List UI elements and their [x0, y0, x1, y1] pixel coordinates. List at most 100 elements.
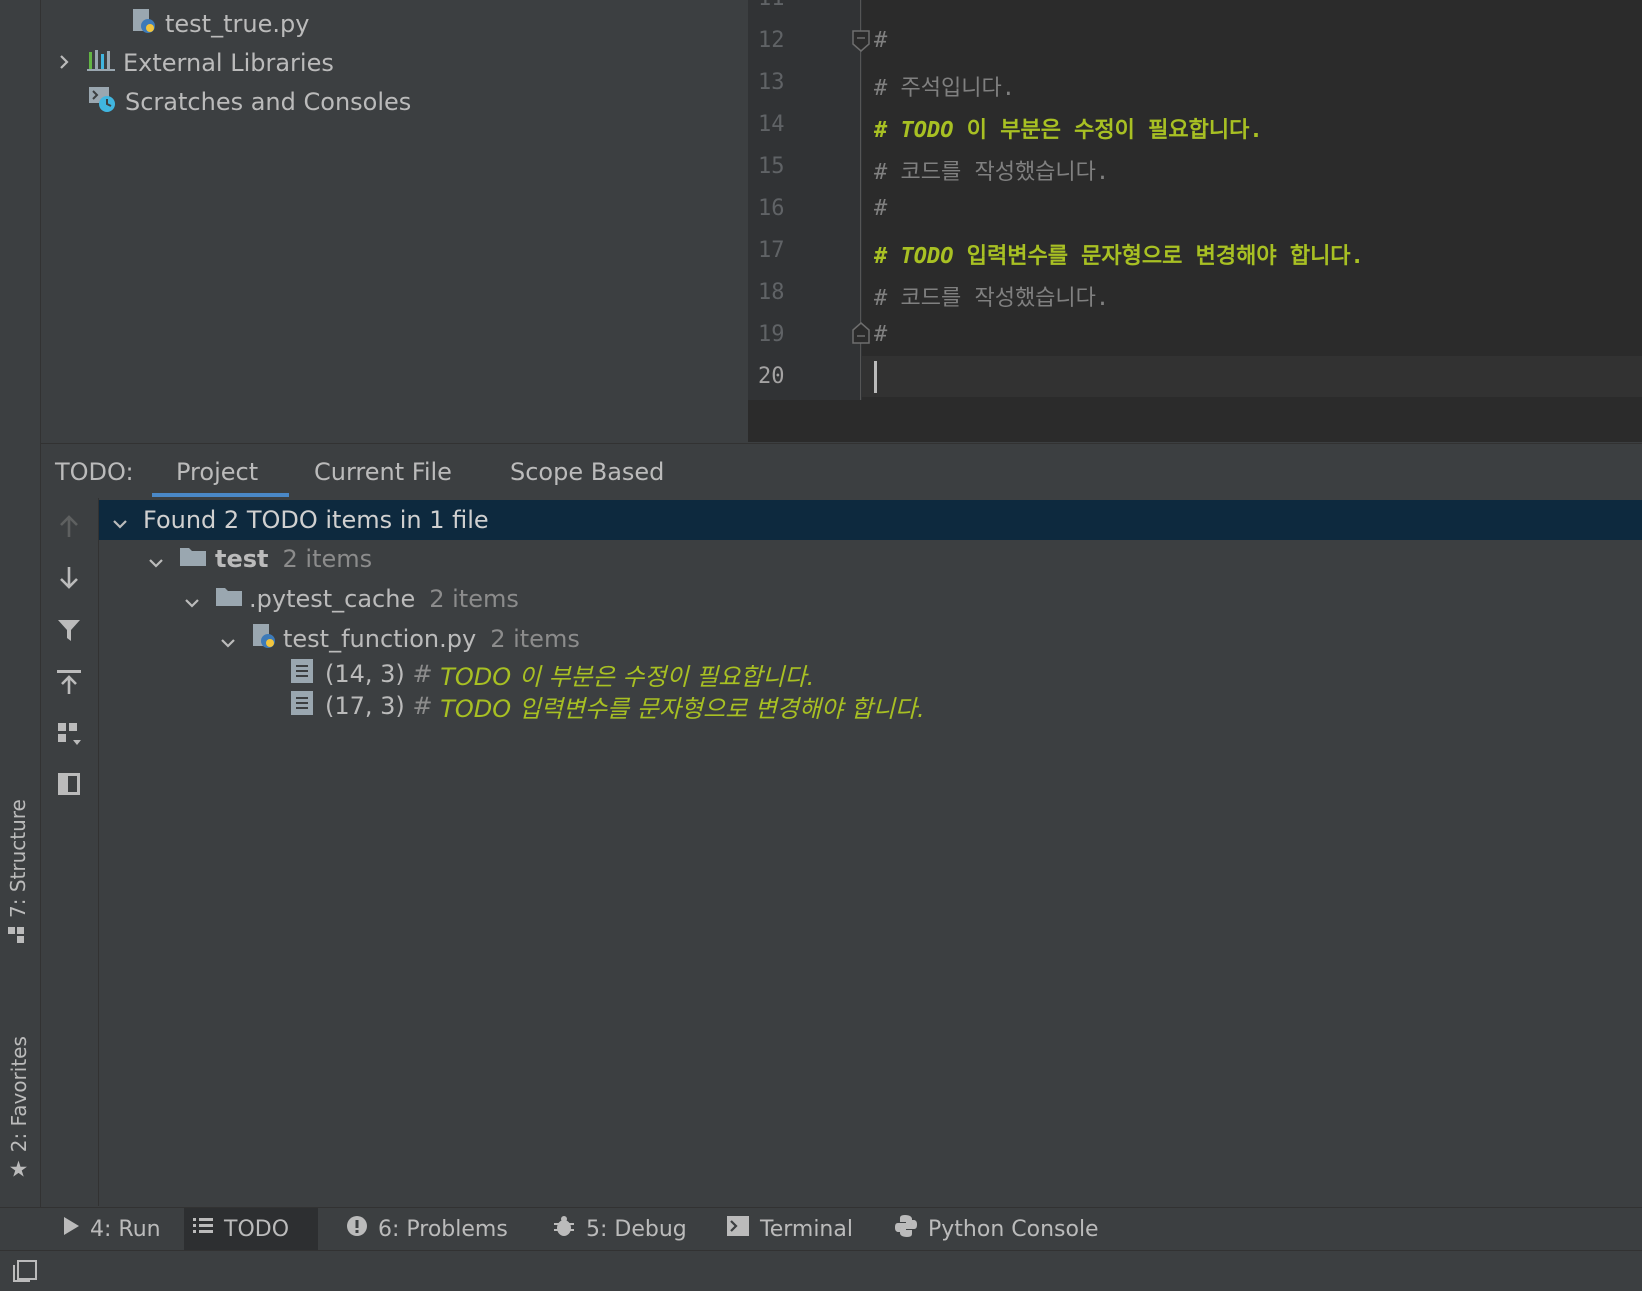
status-bar [0, 1250, 1642, 1291]
tab-current-file[interactable]: Current File [314, 458, 452, 486]
line-number: 13 [758, 70, 785, 95]
todo-item-text: TODO 이 부분은 수정이 필요합니다. [440, 662, 815, 691]
todo-item-icon [291, 691, 313, 721]
current-line-number: 20 [758, 364, 785, 389]
code-line: # [874, 196, 888, 221]
todo-toolbar [41, 498, 99, 1206]
todo-summary-row[interactable]: Found 2 TODO items in 1 file [111, 502, 489, 538]
current-line-highlight [862, 356, 1642, 397]
terminal-icon [726, 1215, 750, 1243]
line-number: 19 [758, 322, 785, 347]
python-console-icon [894, 1214, 918, 1244]
file-label: test_function.py [283, 625, 477, 653]
debug-label: 5: Debug [586, 1216, 687, 1242]
tree-item-external-libraries[interactable]: External Libraries [55, 45, 334, 81]
tree-item-test-true-py[interactable]: test_true.py [131, 6, 309, 42]
terminal-label: Terminal [760, 1216, 853, 1242]
previous-occurrence-icon[interactable] [53, 510, 85, 542]
todo-code-line: # TODO 입력변수를 문자형으로 변경해야 합니다. [874, 244, 1364, 269]
todo-folder-row[interactable]: test 2 items [147, 541, 372, 577]
todo-item-row[interactable]: (17, 3) # TODO 입력변수를 문자형으로 변경해야 합니다. [291, 688, 925, 724]
todo-tool-button[interactable]: TODO [184, 1208, 318, 1250]
run-label: 4: Run [90, 1216, 161, 1242]
folder-label: test [215, 545, 269, 573]
chevron-down-icon[interactable] [111, 511, 129, 529]
next-occurrence-icon[interactable] [53, 562, 85, 594]
code-line: # 코드를 작성했습니다. [874, 160, 1110, 185]
todo-file-row[interactable]: test_function.py 2 items [219, 621, 580, 657]
problems-icon [346, 1215, 368, 1243]
item-count: 2 items [282, 545, 373, 573]
line-number: 15 [758, 154, 785, 179]
tree-item-label: test_true.py [165, 10, 310, 38]
preview-toggle-icon[interactable] [53, 768, 85, 800]
active-tab-indicator [152, 493, 289, 497]
star-icon: ★ [8, 1157, 29, 1183]
left-tool-strip: 7: Structure ★ 2: Favorites [0, 0, 41, 1207]
chevron-down-icon[interactable] [219, 630, 237, 648]
problems-tool-button[interactable]: 6: Problems [338, 1208, 516, 1250]
scratches-icon [87, 85, 117, 119]
favorites-tool-tab[interactable]: ★ 2: Favorites [6, 1036, 31, 1183]
line-number: 12 [758, 28, 785, 53]
line-number: 17 [758, 238, 785, 263]
python-file-icon [131, 7, 157, 41]
group-by-icon[interactable] [53, 718, 85, 750]
tab-project[interactable]: Project [176, 458, 258, 486]
line-number: 18 [758, 280, 785, 305]
python-console-tool-button[interactable]: Python Console [886, 1208, 1107, 1250]
structure-tab-label: 7: Structure [6, 799, 30, 918]
todo-code-line: # TODO 이 부분은 수정이 필요합니다. [874, 118, 1263, 143]
text-caret [874, 361, 877, 393]
line-number: 16 [758, 196, 785, 221]
tree-item-label: Scratches and Consoles [125, 88, 412, 116]
fold-open-icon[interactable] [852, 30, 870, 56]
todo-panel-title: TODO: [55, 458, 134, 486]
structure-icon [6, 926, 30, 944]
python-file-icon [251, 622, 277, 656]
todo-item-row[interactable]: (14, 3) # TODO 이 부분은 수정이 필요합니다. [291, 656, 814, 692]
tree-item-scratches[interactable]: Scratches and Consoles [87, 84, 411, 120]
line-number: 11 [758, 0, 814, 11]
todo-item-position: (14, 3) [325, 660, 405, 688]
libraries-icon [87, 48, 115, 78]
terminal-tool-button[interactable]: Terminal [718, 1208, 861, 1250]
todo-item-icon [291, 659, 313, 689]
chevron-down-icon[interactable] [147, 550, 165, 568]
debug-icon [552, 1214, 576, 1244]
subfolder-label: .pytest_cache [249, 585, 416, 613]
problems-label: 6: Problems [378, 1216, 508, 1242]
chevron-right-icon[interactable] [55, 49, 73, 77]
todo-subfolder-row[interactable]: .pytest_cache 2 items [183, 581, 519, 617]
folder-icon [215, 585, 243, 613]
bottom-tool-window-bar: 4: Run TODO 6: Problems 5: Debug Termina… [0, 1207, 1642, 1250]
editor-bottom-area [748, 400, 1642, 442]
run-tool-button[interactable]: 4: Run [54, 1208, 169, 1250]
run-icon [62, 1216, 80, 1242]
todo-item-position: (17, 3) [325, 692, 405, 720]
toggle-tool-windows-icon[interactable] [12, 1259, 38, 1287]
todo-item-text: TODO 입력변수를 문자형으로 변경해야 합니다. [440, 694, 925, 723]
debug-tool-button[interactable]: 5: Debug [544, 1208, 695, 1250]
filter-icon[interactable] [53, 614, 85, 646]
tree-item-label: External Libraries [123, 49, 334, 77]
chevron-down-icon[interactable] [183, 590, 201, 608]
code-line: # 코드를 작성했습니다. [874, 286, 1110, 311]
tab-scope-based[interactable]: Scope Based [510, 458, 664, 486]
todo-results-tree: Found 2 TODO items in 1 file test 2 item… [99, 498, 1642, 1206]
code-line: # 주석입니다. [874, 76, 1015, 101]
code-line: # [874, 28, 888, 53]
structure-tool-tab[interactable]: 7: Structure [6, 799, 30, 944]
project-tree: test_true.py External Libraries Scratche… [41, 0, 748, 442]
favorites-tab-label: 2: Favorites [6, 1036, 31, 1153]
todo-tabs-bar: TODO: Project Current File Scope Based [41, 443, 1642, 499]
todo-item-hash: # [412, 660, 433, 688]
fold-close-icon[interactable] [852, 322, 870, 348]
item-count: 2 items [490, 625, 580, 653]
item-count: 2 items [429, 585, 519, 613]
code-editor[interactable]: 11 12 13 14 15 16 17 18 19 20 # # 주석입니다.… [748, 0, 1642, 442]
code-line: # [874, 322, 888, 347]
export-icon[interactable] [53, 666, 85, 698]
todo-summary-text: Found 2 TODO items in 1 file [143, 506, 489, 534]
line-number: 14 [758, 112, 785, 137]
